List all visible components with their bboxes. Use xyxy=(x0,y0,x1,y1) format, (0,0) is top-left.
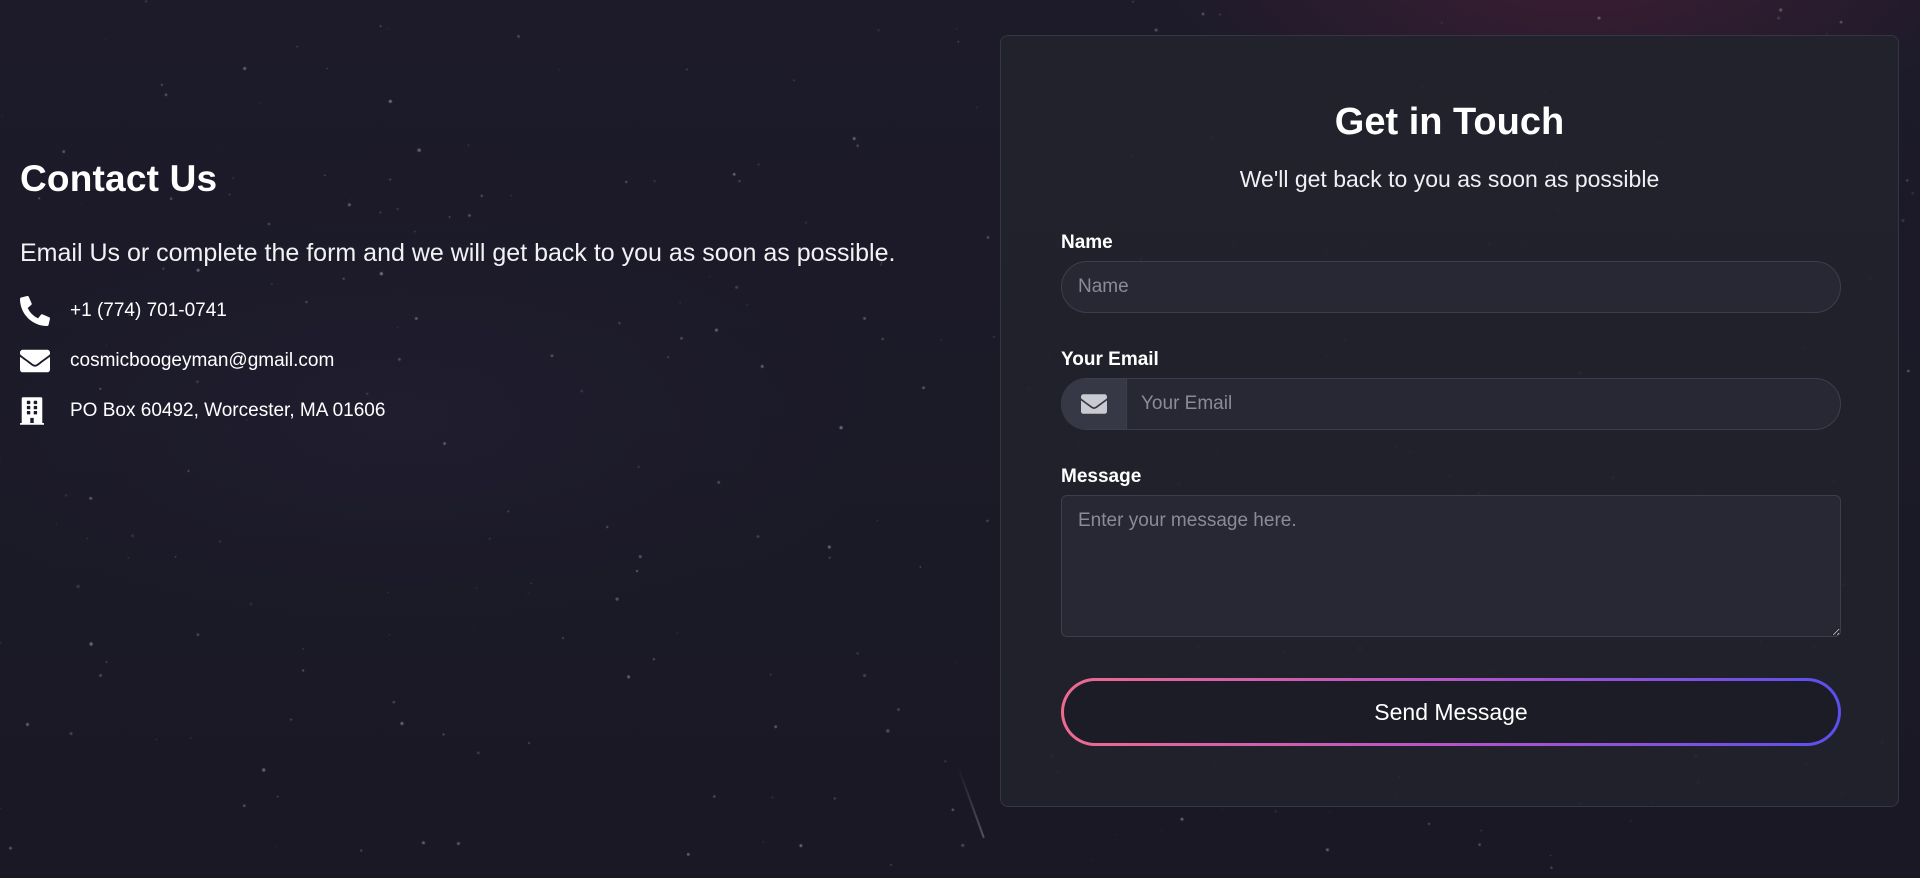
email-input-group xyxy=(1061,378,1841,430)
name-label: Name xyxy=(1061,232,1113,253)
contact-phone-text: +1 (774) 701-0741 xyxy=(70,300,227,321)
envelope-icon xyxy=(20,345,52,377)
contact-section: Contact Us Email Us or complete the form… xyxy=(20,155,960,445)
send-message-button[interactable]: Send Message xyxy=(1061,678,1841,746)
contact-email: cosmicboogeyman@gmail.com xyxy=(20,345,960,377)
contact-email-text: cosmicboogeyman@gmail.com xyxy=(70,350,335,371)
message-textarea[interactable] xyxy=(1061,495,1841,637)
contact-title: Contact Us xyxy=(20,158,218,199)
envelope-icon xyxy=(1062,379,1127,429)
email-label: Your Email xyxy=(1061,349,1159,370)
building-icon xyxy=(20,395,52,427)
message-label: Message xyxy=(1061,466,1142,487)
contact-info-list: +1 (774) 701-0741 cosmicboogeyman@gmail.… xyxy=(20,295,960,427)
email-input[interactable] xyxy=(1127,379,1840,429)
contact-address-text: PO Box 60492, Worcester, MA 01606 xyxy=(70,400,386,421)
form-title: Get in Touch xyxy=(1334,101,1565,143)
form-subtitle: We'll get back to you as soon as possibl… xyxy=(1239,166,1660,192)
phone-icon xyxy=(20,295,52,327)
name-input[interactable] xyxy=(1061,261,1841,313)
contact-phone: +1 (774) 701-0741 xyxy=(20,295,960,327)
contact-address: PO Box 60492, Worcester, MA 01606 xyxy=(20,395,960,427)
contact-form-card: Get in Touch We'll get back to you as so… xyxy=(1000,35,1899,807)
contact-intro: Email Us or complete the form and we wil… xyxy=(20,239,896,267)
shooting-star xyxy=(957,766,985,839)
